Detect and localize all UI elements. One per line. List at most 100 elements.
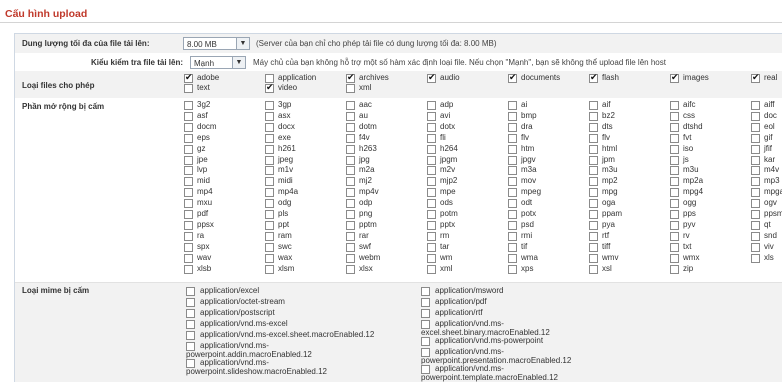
forbidden-ext-checkbox[interactable]: [589, 242, 598, 252]
forbidden-ext-checkbox[interactable]: [751, 231, 760, 241]
forbidden-ext-checkbox[interactable]: [508, 177, 517, 187]
forbidden-ext-checkbox[interactable]: [346, 220, 355, 230]
allowed-type-checkbox[interactable]: [265, 82, 274, 93]
forbidden-ext-checkbox[interactable]: [589, 133, 598, 143]
forbidden-ext-checkbox[interactable]: [427, 210, 436, 219]
forbidden-ext-checkbox[interactable]: [751, 220, 760, 230]
forbidden-mime-checkbox[interactable]: [421, 309, 430, 318]
forbidden-ext-checkbox[interactable]: [265, 199, 274, 209]
forbidden-ext-checkbox[interactable]: [265, 188, 274, 198]
forbidden-mime-checkbox[interactable]: [186, 309, 195, 318]
forbidden-ext-checkbox[interactable]: [427, 101, 436, 110]
forbidden-ext-checkbox[interactable]: [184, 111, 193, 121]
forbidden-ext-checkbox[interactable]: [751, 144, 760, 154]
forbidden-ext-checkbox[interactable]: [265, 144, 274, 154]
forbidden-ext-checkbox[interactable]: [265, 253, 274, 263]
forbidden-ext-checkbox[interactable]: [427, 264, 436, 274]
forbidden-ext-checkbox[interactable]: [427, 122, 436, 132]
forbidden-ext-checkbox[interactable]: [589, 220, 598, 230]
forbidden-ext-checkbox[interactable]: [670, 231, 679, 241]
forbidden-ext-checkbox[interactable]: [184, 264, 193, 274]
forbidden-ext-checkbox[interactable]: [508, 188, 517, 198]
forbidden-ext-checkbox[interactable]: [751, 133, 760, 143]
forbidden-ext-checkbox[interactable]: [670, 242, 679, 252]
forbidden-ext-checkbox[interactable]: [427, 231, 436, 241]
forbidden-ext-checkbox[interactable]: [427, 177, 436, 187]
forbidden-ext-checkbox[interactable]: [265, 242, 274, 252]
forbidden-ext-checkbox[interactable]: [346, 177, 355, 187]
forbidden-ext-checkbox[interactable]: [427, 199, 436, 209]
forbidden-ext-checkbox[interactable]: [670, 253, 679, 263]
allowed-type-checkbox[interactable]: [589, 72, 598, 83]
forbidden-ext-checkbox[interactable]: [589, 177, 598, 187]
forbidden-mime-checkbox[interactable]: [186, 287, 195, 296]
forbidden-mime-checkbox[interactable]: [421, 287, 430, 296]
forbidden-ext-checkbox[interactable]: [589, 144, 598, 154]
forbidden-ext-checkbox[interactable]: [670, 166, 679, 176]
forbidden-ext-checkbox[interactable]: [508, 133, 517, 143]
forbidden-ext-checkbox[interactable]: [265, 133, 274, 143]
forbidden-ext-checkbox[interactable]: [751, 210, 760, 219]
forbidden-ext-checkbox[interactable]: [265, 210, 274, 219]
forbidden-ext-checkbox[interactable]: [184, 155, 193, 165]
forbidden-ext-checkbox[interactable]: [508, 220, 517, 230]
forbidden-ext-checkbox[interactable]: [670, 188, 679, 198]
forbidden-ext-checkbox[interactable]: [265, 155, 274, 165]
forbidden-ext-checkbox[interactable]: [508, 111, 517, 121]
forbidden-ext-checkbox[interactable]: [265, 231, 274, 241]
forbidden-ext-checkbox[interactable]: [184, 253, 193, 263]
forbidden-ext-checkbox[interactable]: [751, 111, 760, 121]
forbidden-ext-checkbox[interactable]: [589, 210, 598, 219]
forbidden-ext-checkbox[interactable]: [427, 144, 436, 154]
forbidden-ext-checkbox[interactable]: [346, 242, 355, 252]
forbidden-ext-checkbox[interactable]: [346, 210, 355, 219]
forbidden-ext-checkbox[interactable]: [589, 155, 598, 165]
forbidden-ext-checkbox[interactable]: [670, 133, 679, 143]
forbidden-ext-checkbox[interactable]: [751, 199, 760, 209]
check-type-select[interactable]: Mạnh ▼: [190, 56, 246, 69]
forbidden-ext-checkbox[interactable]: [265, 101, 274, 110]
forbidden-ext-checkbox[interactable]: [751, 122, 760, 132]
forbidden-ext-checkbox[interactable]: [589, 166, 598, 176]
max-size-select[interactable]: 8.00 MB ▼: [183, 37, 250, 50]
allowed-type-checkbox[interactable]: [508, 72, 517, 83]
forbidden-ext-checkbox[interactable]: [670, 111, 679, 121]
forbidden-mime-checkbox[interactable]: [186, 331, 195, 340]
forbidden-ext-checkbox[interactable]: [589, 199, 598, 209]
allowed-type-checkbox[interactable]: [346, 72, 355, 83]
forbidden-ext-checkbox[interactable]: [751, 188, 760, 198]
forbidden-mime-checkbox[interactable]: [186, 298, 195, 307]
forbidden-ext-checkbox[interactable]: [346, 101, 355, 110]
forbidden-ext-checkbox[interactable]: [265, 111, 274, 121]
forbidden-ext-checkbox[interactable]: [184, 177, 193, 187]
forbidden-ext-checkbox[interactable]: [589, 231, 598, 241]
allowed-type-checkbox[interactable]: [427, 72, 436, 83]
forbidden-ext-checkbox[interactable]: [589, 253, 598, 263]
forbidden-ext-checkbox[interactable]: [184, 231, 193, 241]
allowed-type-checkbox[interactable]: [670, 72, 679, 83]
forbidden-ext-checkbox[interactable]: [508, 210, 517, 219]
forbidden-mime-checkbox[interactable]: [421, 298, 430, 307]
forbidden-ext-checkbox[interactable]: [670, 210, 679, 219]
allowed-type-checkbox[interactable]: [184, 84, 193, 93]
forbidden-ext-checkbox[interactable]: [508, 122, 517, 132]
forbidden-ext-checkbox[interactable]: [670, 144, 679, 154]
forbidden-ext-checkbox[interactable]: [346, 253, 355, 263]
forbidden-ext-checkbox[interactable]: [751, 177, 760, 187]
forbidden-ext-checkbox[interactable]: [670, 220, 679, 230]
forbidden-ext-checkbox[interactable]: [508, 144, 517, 154]
forbidden-ext-checkbox[interactable]: [346, 111, 355, 121]
forbidden-ext-checkbox[interactable]: [508, 199, 517, 209]
forbidden-ext-checkbox[interactable]: [427, 111, 436, 121]
forbidden-ext-checkbox[interactable]: [184, 188, 193, 198]
forbidden-mime-checkbox[interactable]: [186, 320, 195, 329]
forbidden-ext-checkbox[interactable]: [589, 111, 598, 121]
forbidden-ext-checkbox[interactable]: [670, 177, 679, 187]
forbidden-ext-checkbox[interactable]: [346, 144, 355, 154]
forbidden-ext-checkbox[interactable]: [670, 155, 679, 165]
forbidden-ext-checkbox[interactable]: [508, 155, 517, 165]
forbidden-ext-checkbox[interactable]: [184, 199, 193, 209]
forbidden-ext-checkbox[interactable]: [265, 264, 274, 274]
forbidden-ext-checkbox[interactable]: [346, 264, 355, 274]
forbidden-ext-checkbox[interactable]: [589, 101, 598, 110]
